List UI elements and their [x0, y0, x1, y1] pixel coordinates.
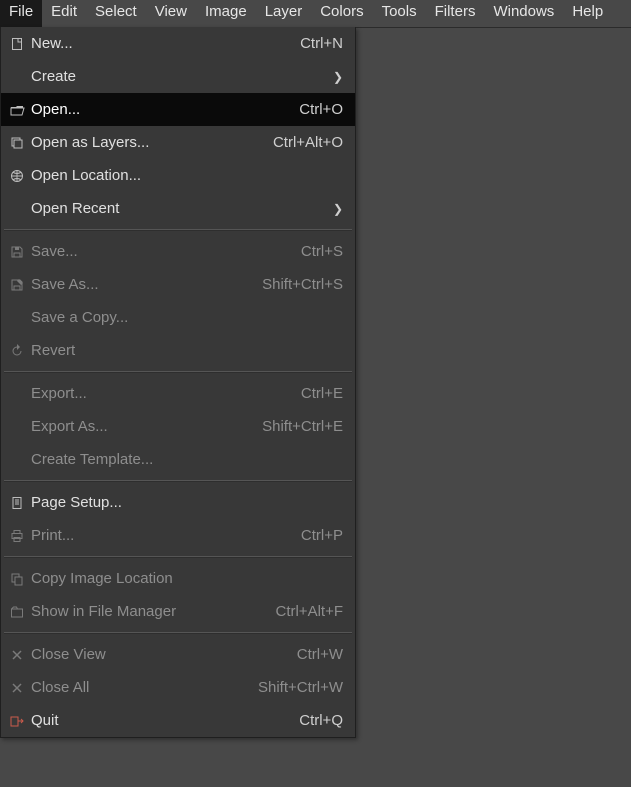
- file-manager-icon: [7, 605, 27, 619]
- menu-item-accelerator: Shift+Ctrl+E: [262, 418, 343, 435]
- menu-item-accelerator: Shift+Ctrl+W: [258, 679, 343, 696]
- menu-item-label: Page Setup...: [27, 494, 122, 511]
- menu-item-accelerator: Ctrl+Alt+F: [275, 603, 343, 620]
- menu-item-open-recent[interactable]: Open Recent ❯: [1, 192, 355, 225]
- menubar-item-tools[interactable]: Tools: [373, 0, 426, 27]
- file-new-icon: [7, 37, 27, 51]
- globe-icon: [7, 169, 27, 183]
- menu-item-accelerator: Ctrl+Q: [299, 712, 343, 729]
- menubar-item-image[interactable]: Image: [196, 0, 256, 27]
- menu-separator: [4, 556, 352, 558]
- menu-item-save-a-copy: Save a Copy...: [1, 301, 355, 334]
- close-icon: [7, 682, 27, 694]
- menu-item-quit[interactable]: Quit Ctrl+Q: [1, 704, 355, 737]
- menu-item-create[interactable]: Create ❯: [1, 60, 355, 93]
- menu-item-label: Copy Image Location: [27, 570, 173, 587]
- submenu-arrow-icon: ❯: [329, 70, 343, 84]
- menu-item-label: Show in File Manager: [27, 603, 176, 620]
- menu-item-revert: Revert: [1, 334, 355, 367]
- menu-item-close-all: Close All Shift+Ctrl+W: [1, 671, 355, 704]
- layers-icon: [7, 136, 27, 150]
- menubar-item-windows[interactable]: Windows: [484, 0, 563, 27]
- menubar-item-help[interactable]: Help: [563, 0, 612, 27]
- save-icon: [7, 245, 27, 259]
- menu-item-label: Revert: [27, 342, 75, 359]
- menu-item-accelerator: Ctrl+E: [301, 385, 343, 402]
- submenu-arrow-icon: ❯: [329, 202, 343, 216]
- menubar-item-select[interactable]: Select: [86, 0, 146, 27]
- menu-item-label: Export...: [27, 385, 87, 402]
- file-menu-dropdown: New... Ctrl+N Create ❯ Open... Ctrl+O Open as …: [0, 27, 356, 738]
- menu-item-label: Open Recent: [27, 200, 119, 217]
- menu-item-open-as-layers[interactable]: Open as Layers... Ctrl+Alt+O: [1, 126, 355, 159]
- menu-item-accelerator: Ctrl+N: [300, 35, 343, 52]
- revert-icon: [7, 344, 27, 358]
- menu-item-label: Save As...: [27, 276, 99, 293]
- menubar-item-file[interactable]: File: [0, 0, 42, 27]
- menu-item-label: New...: [27, 35, 73, 52]
- page-setup-icon: [7, 496, 27, 510]
- menu-item-new[interactable]: New... Ctrl+N: [1, 27, 355, 60]
- menu-item-label: Create Template...: [27, 451, 153, 468]
- menu-item-page-setup[interactable]: Page Setup...: [1, 486, 355, 519]
- menu-item-accelerator: Shift+Ctrl+S: [262, 276, 343, 293]
- menu-item-label: Print...: [27, 527, 74, 544]
- menu-item-accelerator: Ctrl+P: [301, 527, 343, 544]
- menu-item-export: Export... Ctrl+E: [1, 377, 355, 410]
- menu-separator: [4, 632, 352, 634]
- menu-item-copy-image-location: Copy Image Location: [1, 562, 355, 595]
- copy-icon: [7, 572, 27, 586]
- menubar-item-filters[interactable]: Filters: [426, 0, 485, 27]
- menu-item-print: Print... Ctrl+P: [1, 519, 355, 552]
- close-icon: [7, 649, 27, 661]
- menu-item-show-in-file-manager: Show in File Manager Ctrl+Alt+F: [1, 595, 355, 628]
- print-icon: [7, 529, 27, 543]
- menu-item-label: Open as Layers...: [27, 134, 149, 151]
- menu-separator: [4, 229, 352, 231]
- menu-item-label: Close All: [27, 679, 89, 696]
- menu-item-label: Save a Copy...: [27, 309, 128, 326]
- menu-item-label: Open Location...: [27, 167, 141, 184]
- menubar-item-layer[interactable]: Layer: [256, 0, 312, 27]
- menu-separator: [4, 480, 352, 482]
- menu-item-open[interactable]: Open... Ctrl+O: [1, 93, 355, 126]
- menubar-item-colors[interactable]: Colors: [311, 0, 372, 27]
- menu-separator: [4, 371, 352, 373]
- menu-item-accelerator: Ctrl+S: [301, 243, 343, 260]
- menu-item-label: Save...: [27, 243, 78, 260]
- menubar-item-view[interactable]: View: [146, 0, 196, 27]
- menu-item-create-template: Create Template...: [1, 443, 355, 476]
- quit-icon: [7, 714, 27, 728]
- menu-item-save: Save... Ctrl+S: [1, 235, 355, 268]
- menu-item-close-view: Close View Ctrl+W: [1, 638, 355, 671]
- menu-item-label: Close View: [27, 646, 106, 663]
- menubar: FileEditSelectViewImageLayerColorsToolsF…: [0, 0, 631, 28]
- menu-item-label: Create: [27, 68, 76, 85]
- menu-item-label: Export As...: [27, 418, 108, 435]
- menu-item-accelerator: Ctrl+O: [299, 101, 343, 118]
- menu-item-label: Open...: [27, 101, 80, 118]
- save-as-icon: [7, 278, 27, 292]
- menu-item-accelerator: Ctrl+Alt+O: [273, 134, 343, 151]
- menu-item-accelerator: Ctrl+W: [297, 646, 343, 663]
- folder-open-icon: [7, 104, 27, 116]
- menu-item-save-as: Save As... Shift+Ctrl+S: [1, 268, 355, 301]
- menu-item-label: Quit: [27, 712, 59, 729]
- menu-item-open-location[interactable]: Open Location...: [1, 159, 355, 192]
- menu-item-export-as: Export As... Shift+Ctrl+E: [1, 410, 355, 443]
- menubar-item-edit[interactable]: Edit: [42, 0, 86, 27]
